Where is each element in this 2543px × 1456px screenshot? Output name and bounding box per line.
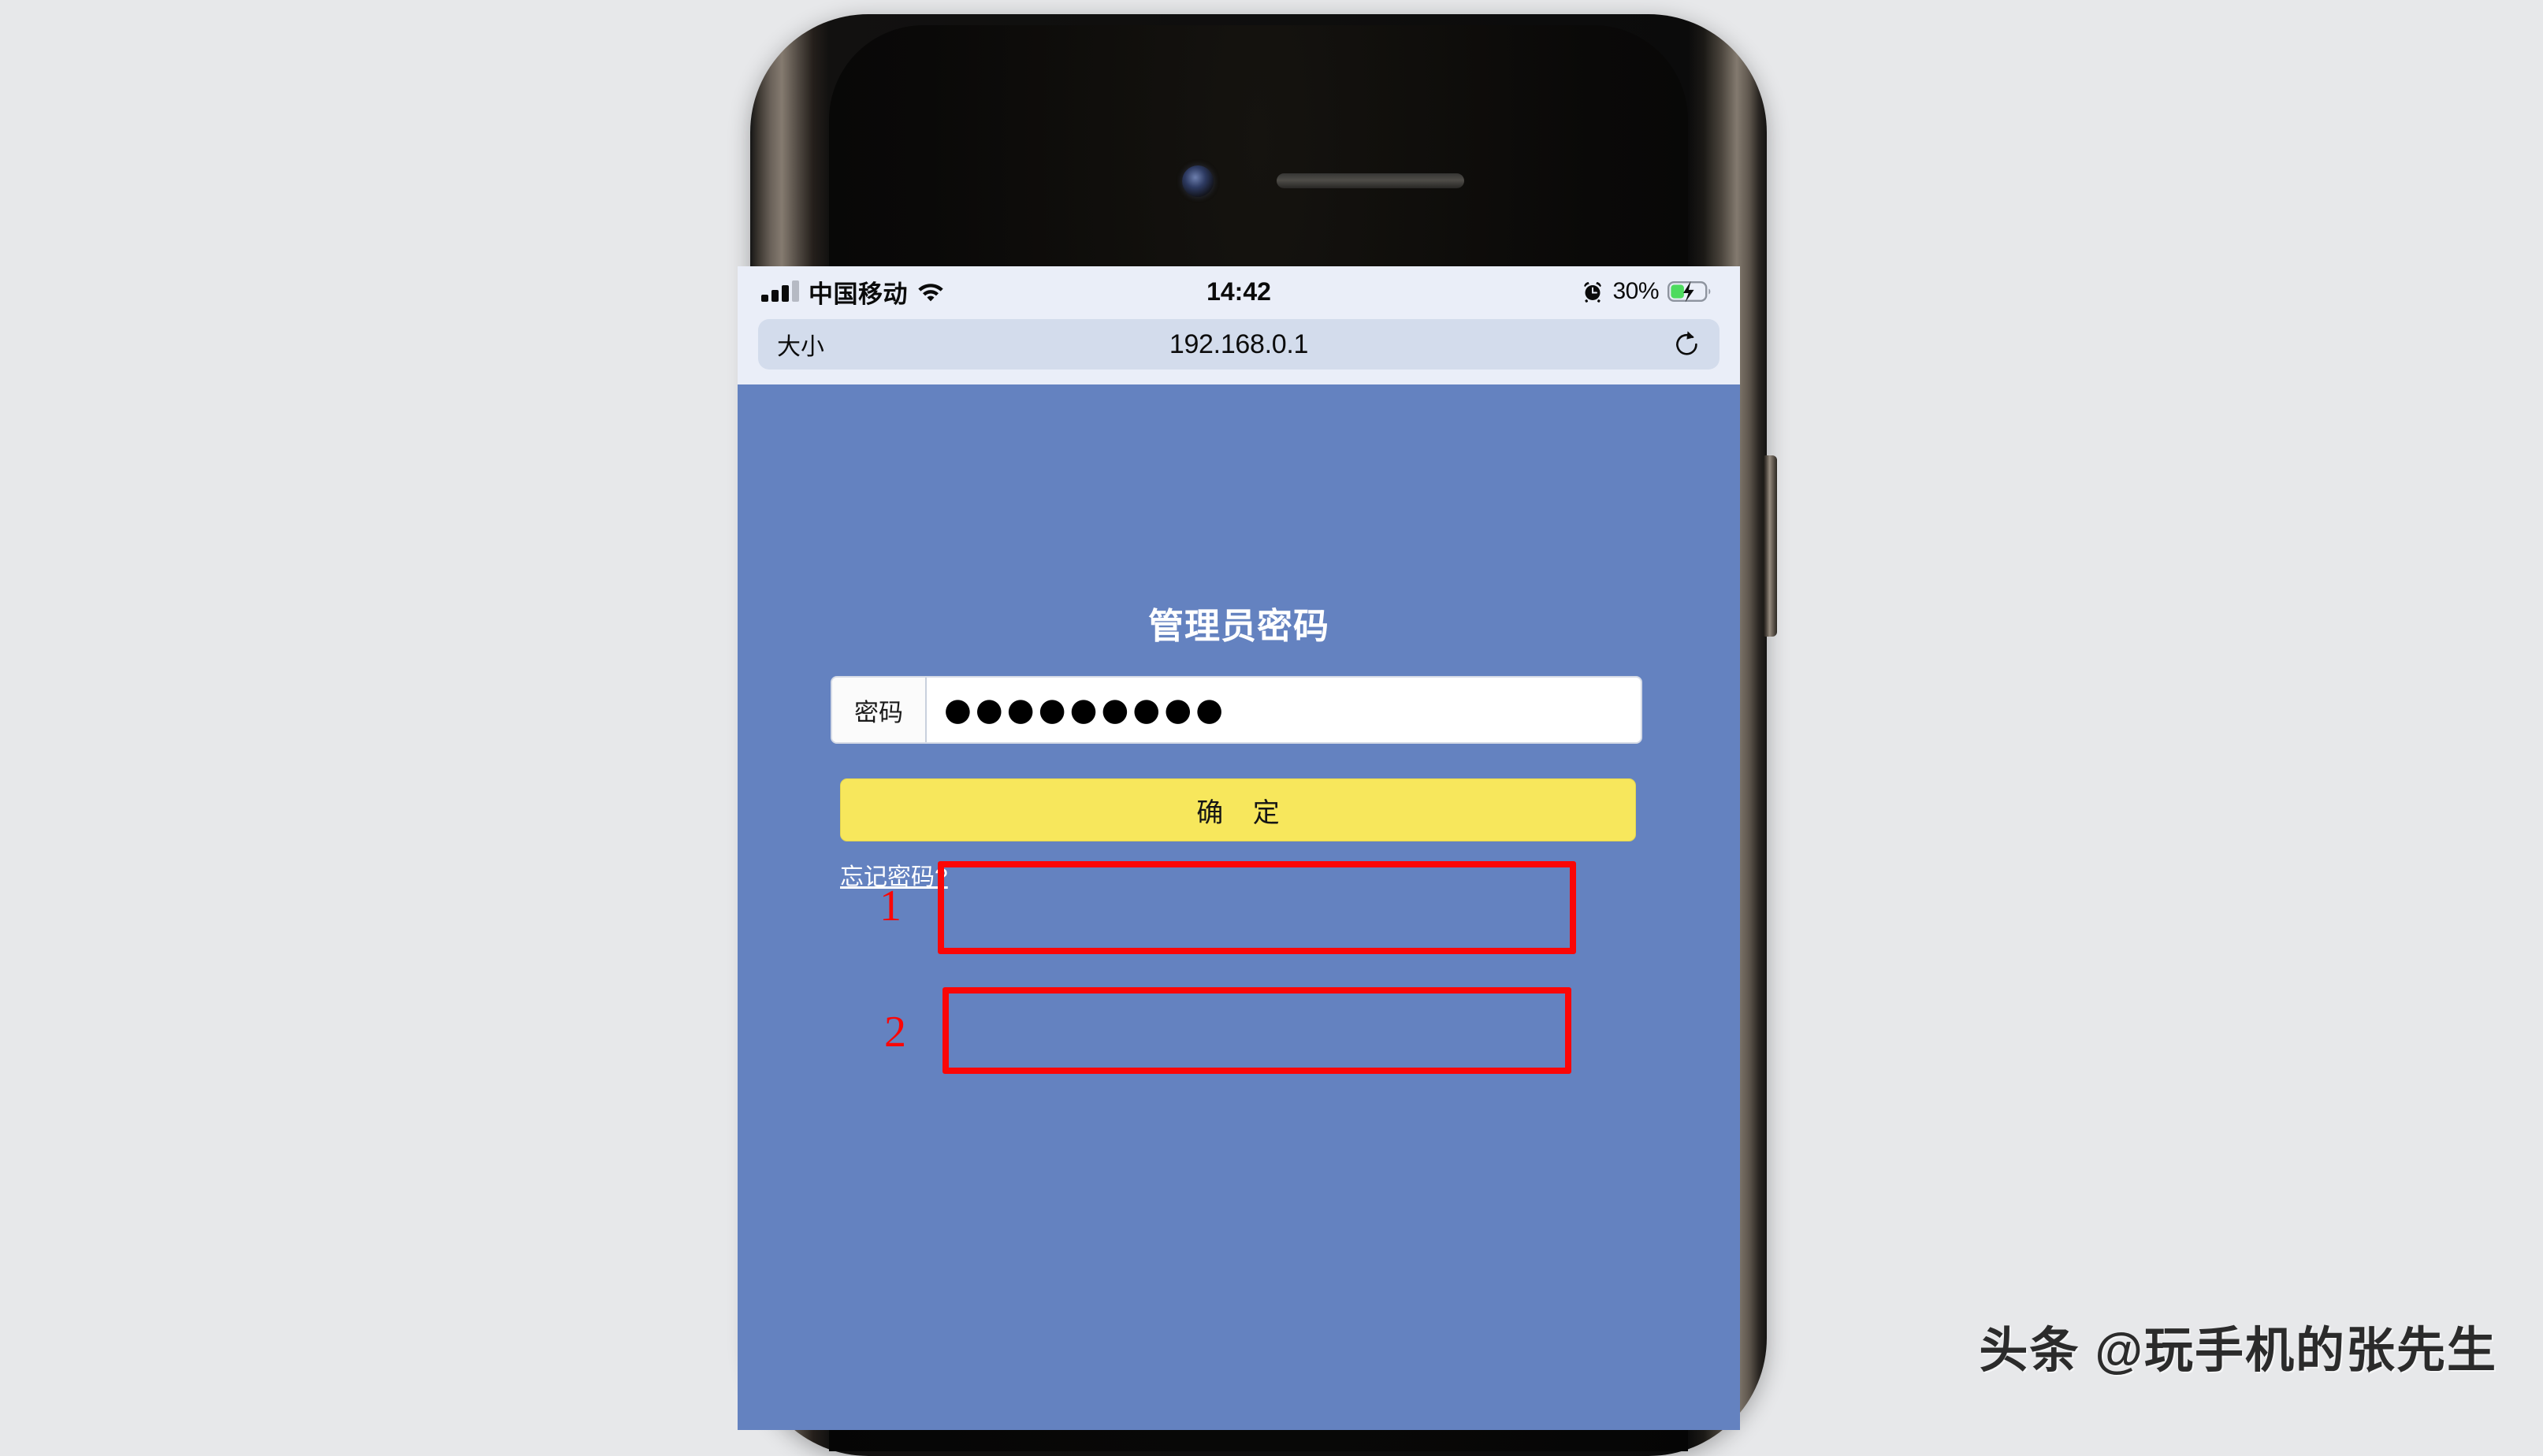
password-field-label: 密码 (832, 678, 927, 742)
battery-charging-icon (1667, 281, 1711, 303)
confirm-button[interactable]: 确 定 (840, 778, 1636, 841)
router-login-page: 管理员密码 密码 ●●●●●●●●● 确 定 忘记密码? (738, 384, 1740, 1430)
password-input[interactable]: ●●●●●●●●● (927, 678, 1641, 742)
reload-icon[interactable] (1674, 329, 1701, 359)
text-size-button[interactable]: 大小 (777, 327, 824, 362)
phone-screen: 中国移动 14:42 30% 大小 192.168.0.1 管理员密码 密码 ●… (738, 266, 1740, 1430)
battery-percentage: 30% (1612, 278, 1659, 304)
page-title: 管理员密码 (1147, 606, 1329, 646)
forgot-password-link[interactable]: 忘记密码? (840, 857, 948, 892)
watermark-text: 头条 @玩手机的张先生 (1979, 1324, 2497, 1378)
status-bar-right: 30% (1582, 278, 1713, 305)
alarm-clock-icon (1584, 282, 1602, 303)
status-bar: 中国移动 14:42 30% (738, 266, 1740, 317)
front-camera-icon (1182, 165, 1214, 197)
url-bar[interactable]: 大小 192.168.0.1 (758, 319, 1719, 370)
scene-background: 中国移动 14:42 30% 大小 192.168.0.1 管理员密码 密码 ●… (0, 0, 2543, 1456)
url-text[interactable]: 192.168.0.1 (758, 329, 1719, 360)
wifi-icon (918, 284, 943, 302)
carrier-name: 中国移动 (809, 280, 908, 309)
browser-toolbar: 大小 192.168.0.1 (738, 317, 1740, 384)
status-bar-left: 中国移动 (761, 274, 944, 310)
cellular-signal-icon (761, 280, 799, 302)
earpiece-speaker-grille (1277, 173, 1464, 188)
password-input-group[interactable]: 密码 ●●●●●●●●● (831, 676, 1642, 744)
power-button[interactable] (1764, 455, 1777, 637)
